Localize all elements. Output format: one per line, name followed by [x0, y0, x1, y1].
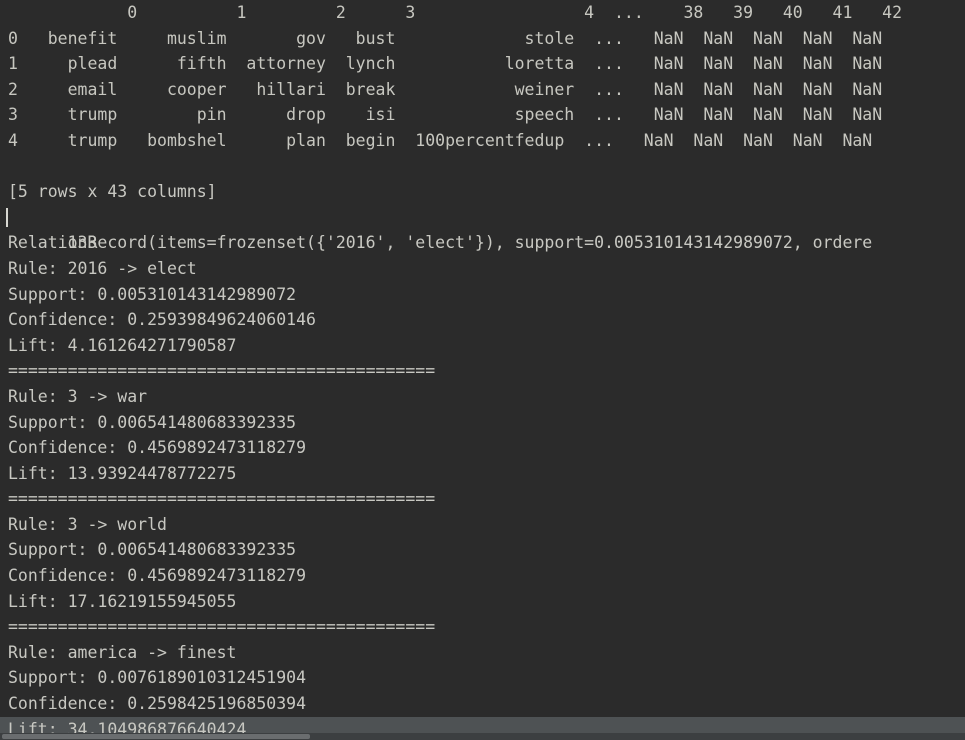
confidence-line: Confidence: 0.25939849624060146: [8, 310, 316, 330]
lift-line: Lift: 13.93924478772275: [8, 463, 237, 483]
support-line: Support: 0.006541480683392335: [8, 412, 297, 432]
dataframe-row: 1 plead fifth attorney lynch loretta ...…: [8, 54, 883, 74]
dataframe-row: 0 benefit muslim gov bust stole ... NaN …: [8, 28, 883, 48]
rule-line: Rule: 3 -> world: [8, 514, 167, 534]
dataframe-shape-line: [5 rows x 43 columns]: [8, 182, 217, 202]
confidence-line: Confidence: 0.4569892473118279: [8, 438, 307, 458]
support-line: Support: 0.0076189010312451904: [8, 668, 307, 688]
separator-line: ========================================…: [8, 361, 436, 381]
rule-line: Rule: america -> finest: [8, 642, 237, 662]
rule-line: Rule: 2016 -> elect: [8, 258, 197, 278]
console-window: 0 1 2 3 4 ... 38 39 40 41 42 0 benefit m…: [0, 0, 965, 740]
dataframe-row: 3 trump pin drop isi speech ... NaN NaN …: [8, 105, 883, 125]
dataframe-header-row: 0 1 2 3 4 ... 38 39 40 41 42: [8, 3, 903, 22]
dataframe-row: 4 trump bombshel plan begin 100percentfe…: [8, 130, 873, 150]
lift-line: Lift: 4.161264271790587: [8, 335, 237, 355]
dataframe-row: 2 email cooper hillari break weiner ... …: [8, 79, 883, 99]
confidence-line: Confidence: 0.2598425196850394: [8, 694, 307, 714]
rule-line: Rule: 3 -> war: [8, 386, 148, 406]
rule-count-line: 133: [0, 205, 965, 252]
horizontal-scrollbar-thumb[interactable]: [2, 734, 310, 739]
confidence-line: Confidence: 0.4569892473118279: [8, 566, 307, 586]
separator-line: ========================================…: [8, 489, 436, 509]
lift-line: Lift: 17.16219155945055: [8, 591, 237, 611]
console-output-area[interactable]: 0 1 2 3 4 ... 38 39 40 41 42 0 benefit m…: [0, 0, 965, 740]
relation-record-line: RelationRecord(items=frozenset({'2016', …: [8, 233, 873, 253]
text-cursor: [6, 207, 8, 227]
support-line: Support: 0.005310143142989072: [8, 284, 297, 304]
support-line: Support: 0.006541480683392335: [8, 540, 297, 560]
separator-line: ========================================…: [8, 617, 436, 637]
